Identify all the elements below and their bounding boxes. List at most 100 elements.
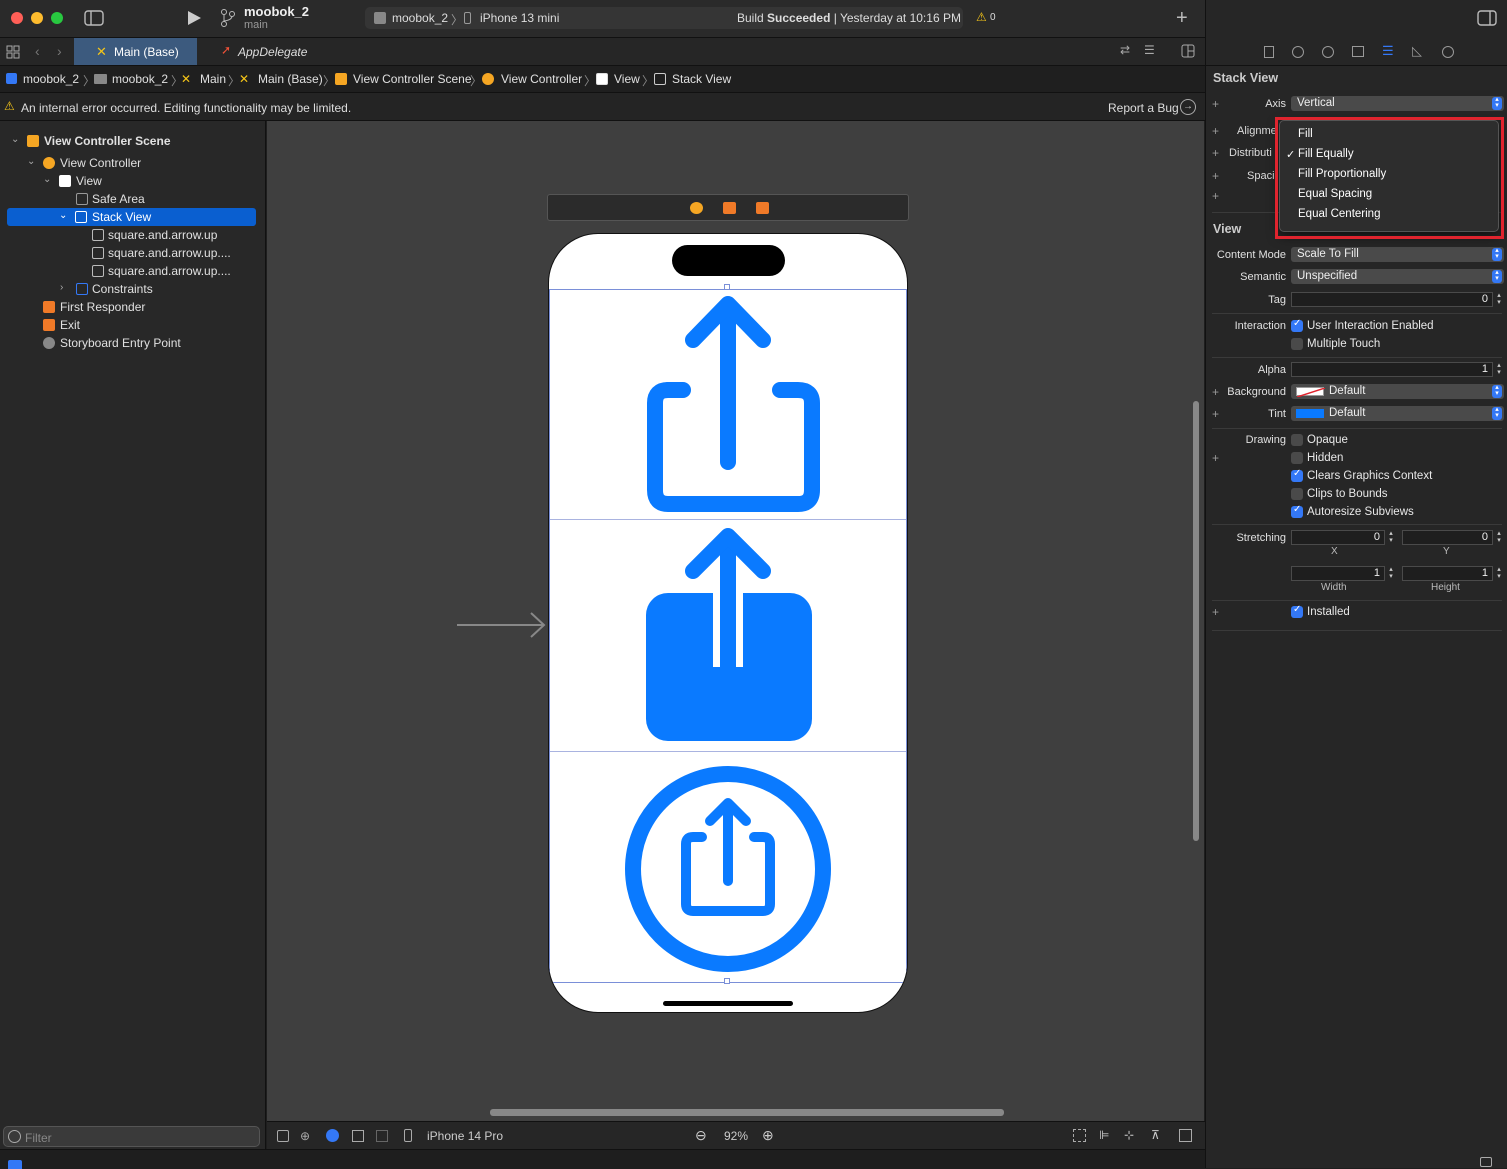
history-inspector-icon[interactable]: [1292, 46, 1304, 58]
scene-dock[interactable]: [547, 194, 909, 221]
chevron-down-icon[interactable]: ⌄: [11, 134, 19, 145]
image-view[interactable]: [550, 290, 906, 520]
forward-icon[interactable]: ›: [57, 43, 62, 59]
stepper[interactable]: ▴ ▾: [1386, 566, 1396, 581]
close-window-button[interactable]: [11, 12, 23, 24]
zoom-level[interactable]: 92%: [724, 1129, 748, 1143]
view-controller-icon[interactable]: [690, 202, 703, 214]
stretch-width-field[interactable]: 1: [1291, 566, 1385, 581]
warning-icon[interactable]: ⚠: [976, 10, 987, 24]
clears-graphics-checkbox[interactable]: [1291, 468, 1303, 482]
outline-item-image-view[interactable]: square.and.arrow.up: [0, 226, 260, 244]
stack-view[interactable]: [549, 289, 907, 983]
breadcrumb-item[interactable]: Main (Base): [258, 72, 323, 86]
tint-popup[interactable]: Default ▴ ▾: [1291, 406, 1504, 421]
activity-bar[interactable]: moobok_2 〉 iPhone 13 mini Build Succeede…: [365, 7, 996, 29]
storyboard-canvas[interactable]: [267, 121, 1204, 1121]
tab-appdelegate[interactable]: ➚ AppDelegate: [197, 38, 322, 65]
embed-icon[interactable]: [1179, 1129, 1192, 1142]
update-frames-icon[interactable]: [1073, 1129, 1086, 1142]
add-constraints-icon[interactable]: ⊹: [1124, 1128, 1134, 1142]
minimize-window-button[interactable]: [31, 12, 43, 24]
clips-to-bounds-checkbox[interactable]: [1291, 488, 1303, 500]
vertical-scrollbar[interactable]: [1193, 401, 1199, 841]
device-label[interactable]: iPhone 14 Pro: [427, 1129, 503, 1143]
breadcrumb-item[interactable]: Stack View: [672, 72, 731, 86]
outline-toggle-icon[interactable]: [277, 1130, 289, 1142]
zoom-out-icon[interactable]: ⊖: [695, 1127, 707, 1144]
first-responder-icon[interactable]: [723, 202, 736, 214]
plus-icon[interactable]: +: [1212, 169, 1219, 183]
plus-icon[interactable]: +: [1212, 124, 1219, 138]
report-bug-link[interactable]: Report a Bug: [1108, 101, 1179, 115]
attributes-inspector-icon[interactable]: ☰: [1382, 43, 1394, 59]
appearance-icon[interactable]: [326, 1129, 339, 1142]
plus-icon[interactable]: +: [1212, 146, 1219, 160]
stretch-height-field[interactable]: 1: [1402, 566, 1493, 581]
outline-item-entry-point[interactable]: Storyboard Entry Point: [0, 334, 260, 352]
arrow-right-icon[interactable]: →: [1180, 99, 1196, 115]
chevron-right-icon[interactable]: ›: [60, 282, 63, 293]
align-icon[interactable]: ⊫: [1099, 1128, 1109, 1142]
background-popup[interactable]: Default ▴ ▾: [1291, 384, 1504, 399]
split-editor-icon[interactable]: [1181, 44, 1195, 58]
user-interaction-checkbox[interactable]: [1291, 318, 1303, 332]
add-icon[interactable]: +: [1176, 7, 1188, 30]
stepper[interactable]: ▴ ▾: [1386, 530, 1396, 545]
resize-handle[interactable]: [724, 978, 730, 984]
layout-icon[interactable]: [376, 1130, 388, 1142]
stepper[interactable]: ▴ ▾: [1494, 530, 1504, 545]
alpha-field[interactable]: 1: [1291, 362, 1493, 377]
image-view[interactable]: [550, 521, 906, 752]
stepper[interactable]: ▴ ▾: [1494, 362, 1504, 377]
swap-icon[interactable]: ⇄: [1120, 43, 1130, 57]
run-icon[interactable]: [186, 10, 202, 26]
installed-checkbox[interactable]: [1291, 604, 1303, 618]
accessibility-icon[interactable]: ⊕: [300, 1129, 310, 1143]
opaque-checkbox[interactable]: [1291, 434, 1303, 446]
panel-icon[interactable]: [1480, 1157, 1492, 1167]
stretch-x-field[interactable]: 0: [1291, 530, 1385, 545]
hidden-checkbox[interactable]: [1291, 452, 1303, 464]
zoom-in-icon[interactable]: ⊕: [762, 1127, 774, 1144]
connections-inspector-icon[interactable]: [1442, 46, 1454, 58]
scheme-name[interactable]: moobok_2: [392, 11, 448, 25]
filter-field[interactable]: Filter: [3, 1126, 260, 1147]
identity-inspector-icon[interactable]: [1352, 46, 1364, 57]
outline-item-view[interactable]: ⌄ View: [0, 172, 260, 190]
outline-item-exit[interactable]: Exit: [0, 316, 260, 334]
help-inspector-icon[interactable]: [1322, 46, 1334, 58]
stepper[interactable]: ▴ ▾: [1494, 566, 1504, 581]
multiple-touch-checkbox[interactable]: [1291, 338, 1303, 350]
size-inspector-icon[interactable]: ◺: [1412, 43, 1422, 59]
outline-item-safe-area[interactable]: Safe Area: [0, 190, 260, 208]
outline-item-first-responder[interactable]: First Responder: [0, 298, 260, 316]
chevron-down-icon[interactable]: ⌄: [59, 210, 67, 221]
breadcrumb-item[interactable]: Main: [200, 72, 226, 86]
breadcrumb-item[interactable]: moobok_2: [112, 72, 168, 86]
breadcrumb-item[interactable]: View Controller Scene: [353, 72, 472, 86]
tab-main-base[interactable]: ✕ Main (Base): [74, 38, 197, 65]
plus-icon[interactable]: +: [1212, 451, 1219, 465]
iphone-frame[interactable]: [548, 233, 908, 1013]
breadcrumb-item[interactable]: View Controller: [501, 72, 582, 86]
plus-icon[interactable]: +: [1212, 605, 1219, 619]
file-inspector-icon[interactable]: [1264, 46, 1274, 58]
outline-item-image-view[interactable]: square.and.arrow.up....: [0, 244, 260, 262]
horizontal-scrollbar[interactable]: [490, 1109, 1004, 1116]
outline-item-image-view[interactable]: square.and.arrow.up....: [0, 262, 260, 280]
stretch-y-field[interactable]: 0: [1402, 530, 1493, 545]
outline-item-constraints[interactable]: › Constraints: [0, 280, 260, 298]
device-name[interactable]: iPhone 13 mini: [480, 11, 559, 25]
warning-count[interactable]: 0: [990, 12, 996, 23]
outline-item-view-controller[interactable]: ⌄ View Controller: [0, 154, 260, 172]
semantic-popup[interactable]: Unspecified ▴ ▾: [1291, 269, 1504, 284]
exit-icon[interactable]: [756, 202, 769, 214]
chevron-down-icon[interactable]: ⌄: [27, 156, 35, 167]
resolve-issues-icon[interactable]: ⊼: [1151, 1128, 1160, 1142]
inspector-toggle-icon[interactable]: [1477, 10, 1497, 26]
zoom-window-button[interactable]: [51, 12, 63, 24]
back-icon[interactable]: ‹: [35, 43, 40, 59]
stepper[interactable]: ▴ ▾: [1494, 292, 1504, 307]
axis-popup[interactable]: Vertical ▴ ▾: [1291, 96, 1504, 111]
